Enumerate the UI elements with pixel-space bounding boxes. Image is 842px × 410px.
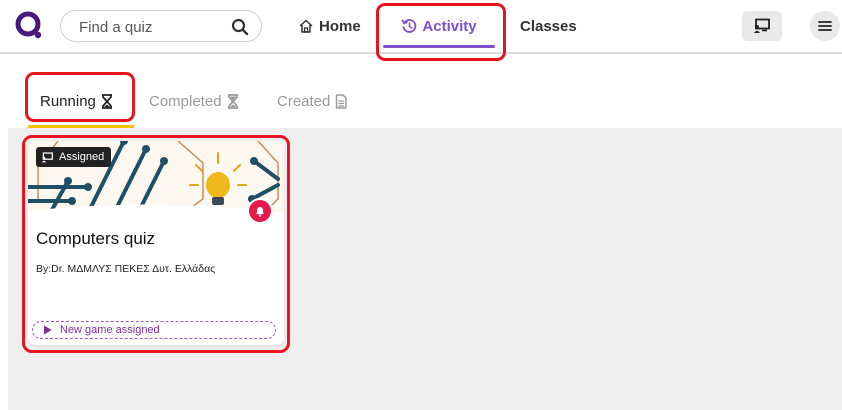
search-icon[interactable] [231, 18, 249, 36]
nav-classes[interactable]: Classes [520, 0, 577, 52]
highlight-running-tab [25, 72, 135, 122]
tab-created[interactable]: Created [277, 88, 348, 114]
nav-home-label: Home [319, 17, 361, 35]
tab-created-label: Created [277, 92, 331, 110]
presentation-icon [754, 18, 770, 33]
nav-home[interactable]: Home [298, 0, 361, 52]
hourglass-icon [227, 93, 238, 109]
menu-button[interactable] [810, 11, 840, 41]
document-icon [336, 93, 348, 109]
tab-completed-label: Completed [149, 92, 222, 110]
search-input[interactable] [79, 17, 229, 37]
tab-completed[interactable]: Completed [149, 88, 239, 114]
hamburger-menu-icon [818, 21, 832, 31]
search-box [60, 10, 262, 42]
highlight-quiz-card [22, 135, 290, 353]
home-icon [299, 19, 313, 33]
assign-button[interactable] [742, 11, 782, 41]
app-logo-icon[interactable] [14, 10, 44, 40]
nav-classes-label: Classes [520, 17, 577, 35]
highlight-activity-tab [376, 3, 506, 61]
